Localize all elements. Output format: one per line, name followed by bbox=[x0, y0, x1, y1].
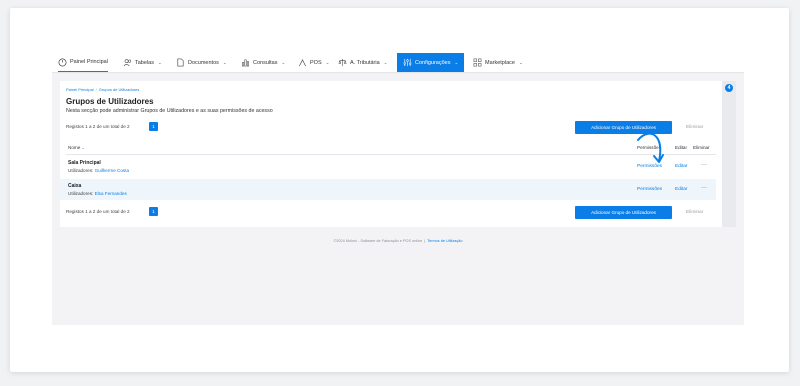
column-header-name[interactable]: Nome ⌄ bbox=[68, 145, 85, 150]
table-header-divider bbox=[66, 154, 716, 155]
nav-label: Documentos bbox=[188, 59, 219, 66]
group-name: Caixa bbox=[68, 183, 82, 189]
more-options-icon[interactable]: ··· bbox=[701, 162, 707, 168]
pagination-page-top[interactable]: 1 bbox=[149, 122, 158, 131]
chevron-down-icon: ⌄ bbox=[281, 59, 286, 65]
nav-item-tabelas[interactable]: Tabelas ⌄ bbox=[123, 53, 162, 72]
breadcrumb: Painel Principal / Grupos de Utilizadores bbox=[66, 87, 139, 92]
table-row[interactable]: Sala Principal Utilizadores: Guilherme C… bbox=[60, 156, 716, 177]
page-subtitle: Nesta secção pode administrar Grupos de … bbox=[66, 108, 273, 114]
nav-label: Marketplace bbox=[485, 59, 515, 66]
sort-icon: ⌄ bbox=[81, 145, 85, 150]
chevron-down-icon: ⌄ bbox=[325, 59, 330, 65]
more-options-icon[interactable]: ··· bbox=[701, 185, 707, 191]
nav-label: Tabelas bbox=[135, 59, 154, 66]
users-label: Utilizadores: bbox=[68, 168, 94, 173]
breadcrumb-home-link[interactable]: Painel Principal bbox=[66, 87, 94, 92]
edit-link[interactable]: Editar bbox=[675, 164, 688, 169]
chevron-down-icon: ⌄ bbox=[518, 59, 523, 65]
nav-item-painel-principal[interactable]: Painel Principal bbox=[58, 53, 108, 72]
footer-separator: | bbox=[424, 239, 426, 243]
chevron-down-icon: ⌄ bbox=[222, 59, 227, 65]
nav-item-consultas[interactable]: Consultas ⌄ bbox=[241, 53, 285, 72]
user-link[interactable]: Guilherme Costa bbox=[95, 168, 129, 173]
column-header-edit: Editar bbox=[675, 145, 688, 150]
settings-icon bbox=[403, 58, 412, 67]
dashboard-icon bbox=[58, 58, 67, 66]
page-title: Grupos de Utilizadores bbox=[66, 97, 154, 106]
nav-label: Configurações bbox=[415, 59, 451, 66]
grid-icon bbox=[473, 58, 482, 67]
right-sidebar bbox=[722, 81, 736, 227]
group-users: Utilizadores: Elsa Fernandes bbox=[68, 191, 127, 196]
nav-label: Consultas bbox=[253, 59, 278, 66]
column-header-label: Nome bbox=[68, 145, 81, 150]
breadcrumb-current[interactable]: Grupos de Utilizadores bbox=[99, 87, 140, 92]
nav-item-documentos[interactable]: Documentos ⌄ bbox=[176, 53, 227, 72]
terms-link[interactable]: Termos de Utilização bbox=[427, 239, 462, 243]
page-footer: ©2024 Moloni - Software de Faturação e P… bbox=[52, 239, 744, 243]
group-name: Sala Principal bbox=[68, 160, 101, 166]
pagination-page-bottom[interactable]: 1 bbox=[149, 207, 158, 216]
bar-chart-icon bbox=[242, 59, 249, 67]
records-count-top: Registos 1 a 2 de um total de 2 bbox=[66, 124, 130, 129]
footer-copyright: ©2024 Moloni - Software de Faturação e P… bbox=[333, 239, 423, 243]
breadcrumb-separator: / bbox=[95, 87, 97, 92]
nav-label: POS bbox=[310, 59, 322, 66]
nav-label: A. Tributária bbox=[350, 59, 380, 66]
delete-link-bottom[interactable]: Eliminar bbox=[686, 210, 703, 215]
permissions-link[interactable]: Permissões bbox=[637, 187, 662, 192]
chevron-down-icon: ⌄ bbox=[157, 59, 162, 65]
add-group-button-bottom[interactable]: Adicionar Grupo de Utilizadores bbox=[575, 206, 672, 219]
column-header-delete: Eliminar bbox=[693, 145, 710, 150]
arrow-icon bbox=[637, 132, 664, 163]
nav-item-tributaria[interactable]: A. Tributária ⌄ bbox=[338, 53, 387, 72]
nav-label: Painel Principal bbox=[70, 59, 108, 65]
document-icon bbox=[177, 58, 184, 67]
content-panel: Painel Principal / Grupos de Utilizadores … bbox=[60, 81, 722, 227]
app-window: Painel Principal Tabelas ⌄ Documentos ⌄ … bbox=[52, 53, 744, 325]
delete-link-top[interactable]: Eliminar bbox=[686, 125, 703, 130]
edit-link[interactable]: Editar bbox=[675, 187, 688, 192]
user-link[interactable]: Elsa Fernandes bbox=[95, 191, 127, 196]
top-navigation: Painel Principal Tabelas ⌄ Documentos ⌄ … bbox=[52, 53, 744, 73]
pos-icon bbox=[299, 59, 306, 67]
users-icon bbox=[123, 59, 132, 67]
records-count-bottom: Registos 1 a 2 de um total de 2 bbox=[66, 209, 130, 214]
group-users: Utilizadores: Guilherme Costa bbox=[68, 168, 129, 173]
chevron-down-icon: ⌄ bbox=[454, 59, 459, 65]
users-label: Utilizadores: bbox=[68, 191, 94, 196]
nav-item-pos[interactable]: POS ⌄ bbox=[298, 53, 329, 72]
nav-item-marketplace[interactable]: Marketplace ⌄ bbox=[473, 53, 523, 72]
chevron-down-icon: ⌄ bbox=[383, 59, 388, 65]
nav-item-configuracoes[interactable]: Configurações ⌄ bbox=[397, 53, 465, 72]
notification-badge[interactable]: 4 bbox=[725, 84, 733, 92]
table-row[interactable]: Caixa Utilizadores: Elsa Fernandes Permi… bbox=[60, 179, 716, 200]
scale-icon bbox=[338, 58, 347, 67]
